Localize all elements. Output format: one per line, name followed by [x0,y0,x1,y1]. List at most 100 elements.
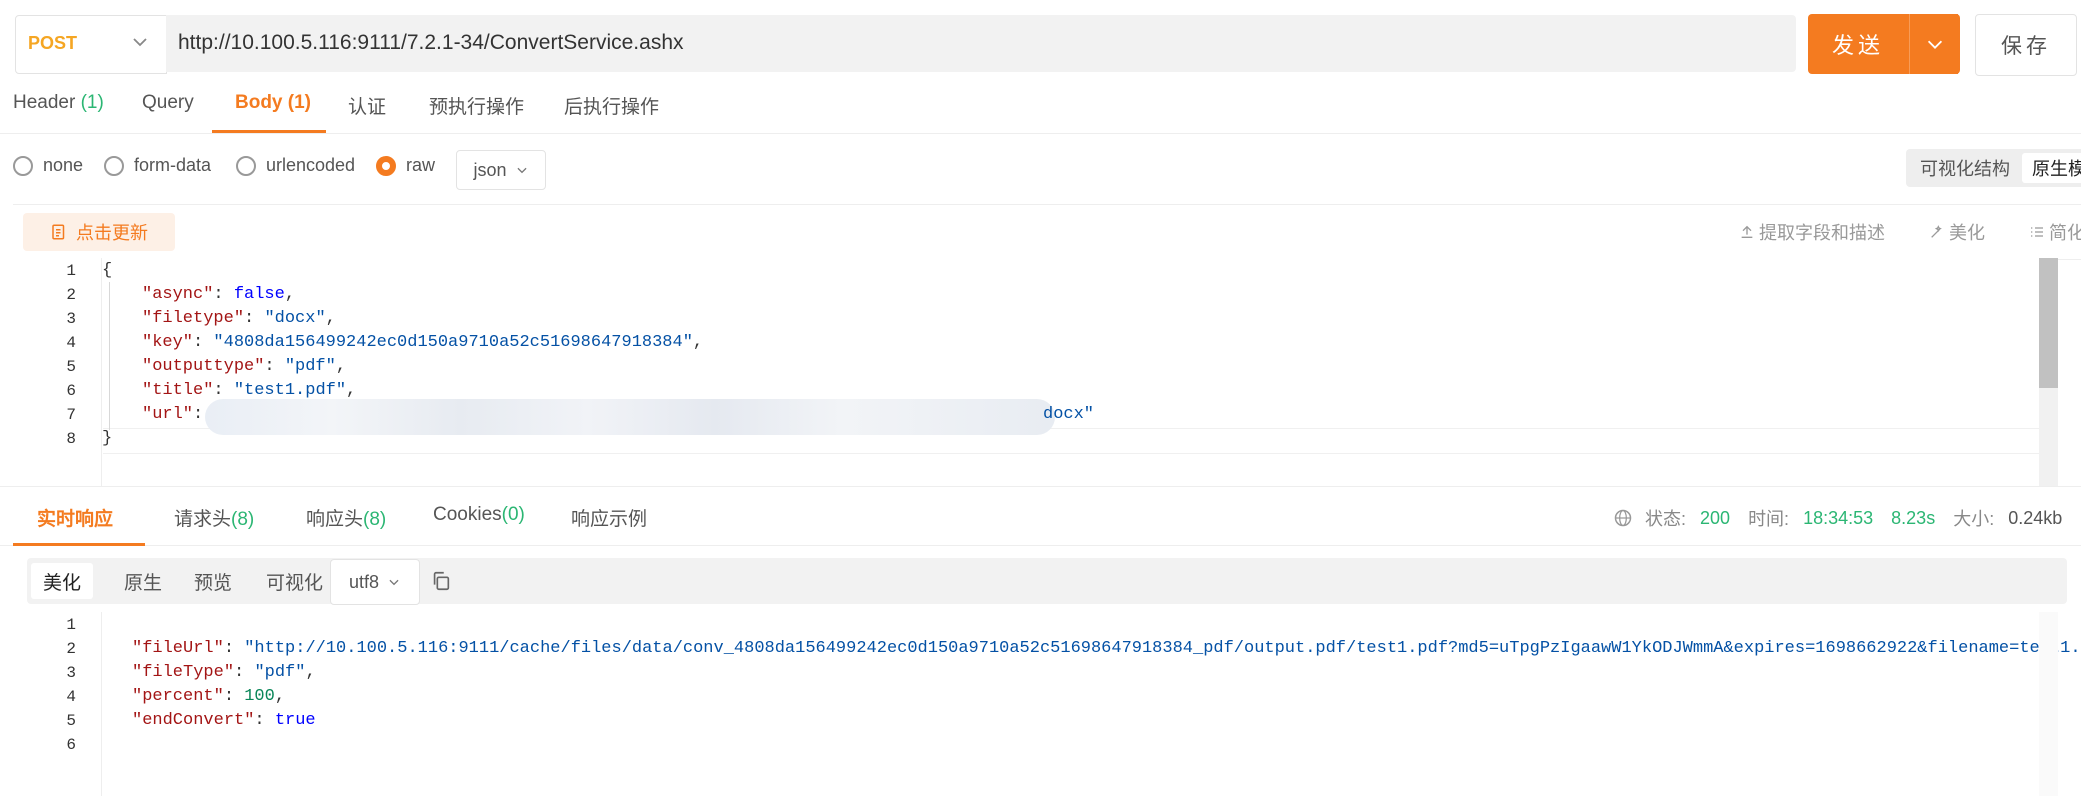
beautify-button[interactable]: 美化 [1929,219,1985,245]
active-tab-indicator [212,130,326,133]
response-view-visual[interactable]: 可视化 [254,563,335,599]
line-number: 2 [66,640,76,658]
tab-body[interactable]: Body (1) [235,92,311,114]
body-type-row: none form-data urlencoded raw [0,143,2081,193]
line-number: 2 [66,286,76,304]
line-number: 4 [66,334,76,352]
code-line: "filetype": "docx", [142,309,336,328]
line-number: 6 [66,382,76,400]
chevron-down-icon [133,38,147,47]
line-number: 3 [66,664,76,682]
code-line: "key": "4808da156499242ec0d150a9710a52c5… [142,333,704,352]
save-button[interactable]: 保存 [1975,14,2077,76]
request-tabs: Header (1) Query Body (1) 认证 预执行操作 后执行操作 [0,80,2081,134]
list-icon [2031,227,2043,237]
scrollbar-thumb[interactable] [2039,258,2058,388]
code-line: "title": "test1.pdf", [142,381,357,400]
simplify-button[interactable]: 简化 [2029,219,2081,245]
time-label: 时间: [1748,509,1790,529]
tab-query[interactable]: Query [142,92,194,114]
encoding-select[interactable]: utf8 [330,559,420,605]
tab-response-headers[interactable]: 响应头(8) [306,504,386,531]
view-mode-raw[interactable]: 原生模 [2022,153,2081,183]
radio-circle [13,155,33,176]
refresh-button[interactable]: 点击更新 [23,213,175,251]
response-status-bar: 状态: 200 时间: 18:34:53 8.23s 大小: 0.24kb [1613,505,2080,531]
line-number: 1 [66,616,76,634]
code-line-tail: docx" [1043,405,1095,424]
radio-form-data[interactable]: form-data [104,155,211,176]
body-format-select[interactable]: json [456,150,546,190]
editor-scrollbar[interactable] [2039,258,2058,486]
tab-header[interactable]: Header (1) [13,92,104,114]
time-value: 18:34:53 [1803,507,1874,528]
response-view-preview[interactable]: 预览 [182,563,244,599]
method-label: POST [28,33,78,53]
method-select[interactable]: POST [15,15,167,74]
chevron-down-icon [1927,40,1943,49]
status-code: 200 [1700,507,1731,528]
globe-icon [1614,509,1632,527]
tab-cookies[interactable]: Cookies(0) [433,504,525,526]
chevron-down-icon [516,167,527,174]
code-line: "percent": 100, [132,687,286,706]
code-line: { [102,261,113,280]
code-line: "outputtype": "pdf", [142,357,347,376]
line-gutter: 1 2 3 4 5 6 [13,612,102,796]
line-number: 8 [66,430,76,448]
line-number: 1 [66,262,76,280]
tab-response-examples[interactable]: 响应示例 [571,504,647,531]
line-number: 7 [66,406,76,424]
radio-circle-selected [376,155,396,176]
tab-post-request[interactable]: 后执行操作 [564,92,659,119]
line-number: 6 [66,736,76,754]
size-value: 0.24kb [2008,507,2063,528]
response-toolbar: 美化 原生 预览 可视化 utf8 [27,558,2067,605]
response-view-beautify[interactable]: 美化 [31,563,94,599]
status-label: 状态: [1645,509,1687,529]
code-line: "fileType": "pdf", [132,663,316,682]
copy-icon[interactable] [430,570,452,592]
request-body-editor[interactable]: 1 2 3 4 5 6 7 8 { "async": false, "filet… [13,258,2058,486]
indent-guide [109,282,110,430]
document-edit-icon [52,224,65,240]
send-options-button[interactable] [1909,14,1960,74]
tab-realtime-response[interactable]: 实时响应 [37,504,113,531]
code-line: "url": [142,405,204,424]
radio-none[interactable]: none [13,155,83,176]
line-number: 5 [66,358,76,376]
radio-raw[interactable]: raw [376,155,435,176]
duration-value: 8.23s [1891,507,1936,528]
tab-pre-request[interactable]: 预执行操作 [429,92,524,119]
save-label: 保存 [2001,35,2051,58]
upload-icon [1741,225,1753,238]
response-body-viewer[interactable]: 1 2 3 4 5 6 "fileUrl": "http://10.100.5.… [13,612,2081,796]
send-label: 发送 [1831,33,1884,58]
tab-auth[interactable]: 认证 [348,92,386,119]
response-view-raw[interactable]: 原生 [112,563,174,599]
code-line: "endConvert": true [132,711,316,730]
code-line: "async": false, [142,285,296,304]
radio-circle [236,155,256,176]
active-tab-indicator [13,543,145,546]
line-gutter: 1 2 3 4 5 6 7 8 [13,258,102,486]
magic-wand-icon [1931,225,1942,238]
url-text: http://10.100.5.116:9111/7.2.1-34/Conver… [178,31,684,54]
view-mode-toggle: 可视化结构 原生模 [1906,149,2081,187]
url-input[interactable]: http://10.100.5.116:9111/7.2.1-34/Conver… [166,15,1796,72]
response-tabs: 实时响应 请求头(8) 响应头(8) Cookies(0) 响应示例 状态: 2… [0,486,2081,546]
radio-urlencoded[interactable]: urlencoded [236,155,355,176]
line-number: 3 [66,310,76,328]
redacted-url-blur [205,399,1055,435]
view-mode-visual[interactable]: 可视化结构 [1910,153,2020,183]
tab-request-headers[interactable]: 请求头(8) [174,504,254,531]
size-label: 大小: [1953,509,1995,529]
response-scrollbar[interactable] [2039,612,2058,796]
extract-fields-button[interactable]: 提取字段和描述 [1739,219,1885,245]
chevron-down-icon [389,579,399,586]
line-number: 4 [66,688,76,706]
code-line: } [102,429,113,448]
radio-circle [104,155,124,176]
editor-toolbar: 点击更新 提取字段和描述 美化 简化 [13,204,2081,260]
code-line: "fileUrl": "http://10.100.5.116:9111/cac… [132,639,2081,658]
